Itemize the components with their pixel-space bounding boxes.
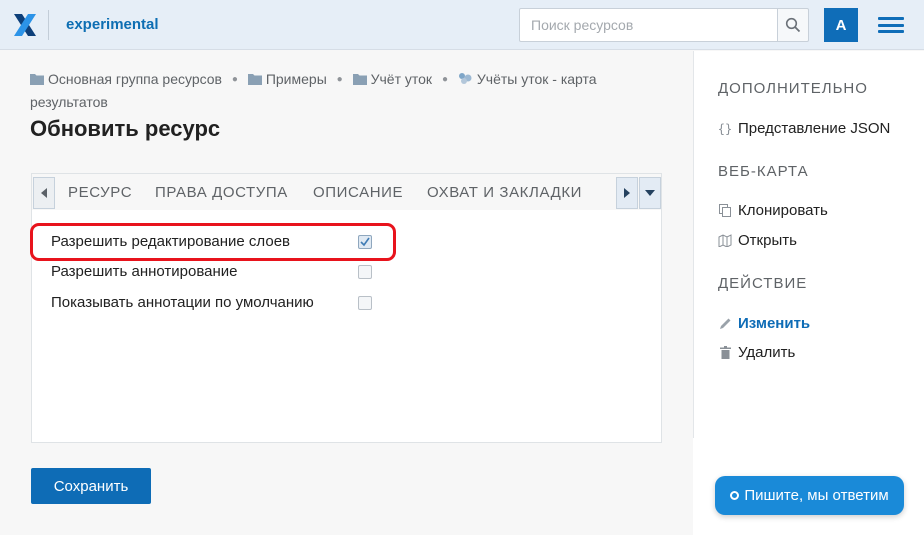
save-button[interactable]: Сохранить [31, 468, 151, 504]
tab-menu-button[interactable] [639, 177, 661, 209]
highlight-outline [30, 223, 396, 261]
folder-icon [352, 74, 367, 85]
sidebar: Дополнительно {} Представление JSON Веб-… [693, 51, 924, 438]
sidebar-heading-action: Действие [718, 275, 808, 292]
sidebar-item-label: Изменить [738, 315, 811, 332]
breadcrumb-label[interactable]: Учёт уток [371, 71, 432, 87]
option-label: Разрешить аннотирование [51, 263, 238, 280]
breadcrumb-item[interactable]: Примеры [244, 71, 331, 87]
copy-icon [718, 204, 732, 218]
app-name[interactable]: experimental [66, 16, 159, 33]
folder-icon [30, 74, 44, 85]
logo-icon[interactable] [12, 12, 38, 38]
caret-down-icon [645, 190, 655, 196]
map-open-icon [718, 234, 732, 248]
search-field[interactable] [519, 8, 778, 42]
menu-bar [878, 30, 904, 33]
option-label: Показывать аннотации по умолчанию [51, 294, 314, 311]
option-row-show-annotations: Показывать аннотации по умолчанию [51, 292, 381, 314]
logo-divider [48, 10, 49, 40]
chat-label: Пишите, мы ответим [744, 487, 889, 504]
search-button[interactable] [777, 8, 809, 42]
chat-widget-button[interactable]: Пишите, мы ответим [715, 476, 904, 515]
breadcrumb-item[interactable]: Учёт уток [349, 71, 436, 87]
tab-description[interactable]: Описание [313, 184, 403, 201]
menu-bar [878, 17, 904, 20]
pencil-icon [718, 317, 732, 331]
sidebar-item-label: Представление JSON [738, 120, 891, 137]
menu-bar [878, 23, 904, 27]
sidebar-item-json[interactable]: {} Представление JSON [717, 120, 891, 137]
tab-bar: Ресурс Права доступа Описание Охват и за… [31, 173, 662, 211]
breadcrumb-separator: ● [231, 74, 238, 85]
webmap-icon [458, 73, 472, 84]
sidebar-item-label: Удалить [738, 344, 796, 361]
tab-extent-bookmarks[interactable]: Охват и закладки [427, 184, 582, 201]
tab-permissions[interactable]: Права доступа [155, 184, 288, 201]
tab-resource[interactable]: Ресурс [68, 184, 132, 201]
show-annotations-checkbox[interactable] [358, 296, 372, 310]
search-icon [785, 17, 801, 33]
sidebar-item-edit[interactable]: Изменить [718, 315, 810, 332]
main-content: Основная группа ресурсов ● Примеры ● Учё… [0, 51, 692, 535]
search-input[interactable] [520, 9, 777, 41]
user-avatar-button[interactable]: A [824, 8, 858, 42]
breadcrumb-label[interactable]: Примеры [266, 71, 327, 87]
breadcrumb: Основная группа ресурсов ● Примеры ● Учё… [30, 68, 650, 114]
braces-icon: {} [717, 121, 733, 136]
page-title: Обновить ресурс [30, 116, 221, 141]
sidebar-item-label: Открыть [738, 232, 797, 249]
allow-annotations-checkbox[interactable] [358, 265, 372, 279]
breadcrumb-separator: ● [336, 74, 343, 85]
caret-right-icon [624, 188, 630, 198]
option-row-annotations: Разрешить аннотирование [51, 261, 381, 283]
tab-scroll-left-button[interactable] [33, 177, 55, 209]
sidebar-item-clone[interactable]: Клонировать [718, 202, 828, 219]
folder-icon [247, 74, 262, 85]
breadcrumb-separator: ● [441, 74, 448, 85]
sidebar-heading-extra: Дополнительно [718, 80, 868, 97]
sidebar-item-delete[interactable]: Удалить [718, 344, 795, 361]
breadcrumb-item[interactable]: Основная группа ресурсов [30, 71, 226, 87]
caret-left-icon [41, 188, 47, 198]
top-bar: experimental A [0, 0, 924, 50]
chat-icon [730, 491, 740, 500]
breadcrumb-label[interactable]: Основная группа ресурсов [48, 71, 222, 87]
trash-icon [718, 346, 732, 360]
sidebar-heading-webmap: Веб-карта [718, 163, 809, 180]
sidebar-item-open[interactable]: Открыть [718, 232, 797, 249]
hamburger-menu-button[interactable] [878, 14, 904, 36]
tab-scroll-right-button[interactable] [616, 177, 638, 209]
sidebar-item-label: Клонировать [738, 202, 828, 219]
